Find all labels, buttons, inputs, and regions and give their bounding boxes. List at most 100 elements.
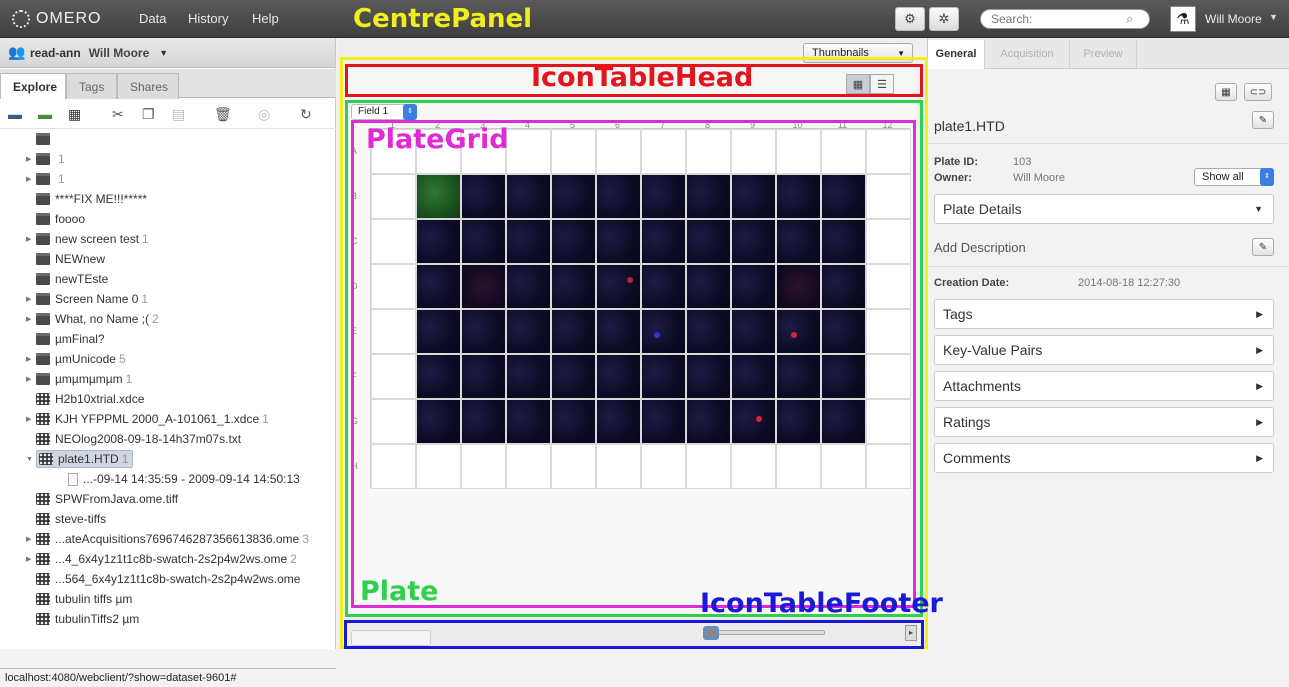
table-view-button[interactable]: ▦ [1215, 83, 1237, 101]
well-thumbnail[interactable] [641, 309, 686, 354]
tab-tags[interactable]: Tags [66, 73, 117, 99]
well-thumbnail[interactable] [461, 264, 506, 309]
well-thumbnail[interactable] [551, 309, 596, 354]
tree-item[interactable]: newTEste [0, 269, 336, 289]
refresh-icon[interactable]: ↻ [300, 106, 312, 123]
well-thumbnail[interactable] [731, 354, 776, 399]
tree-item[interactable] [0, 129, 336, 149]
zoom-slider-track[interactable] [707, 630, 825, 635]
empty-well[interactable] [821, 444, 866, 489]
empty-well[interactable] [776, 129, 821, 174]
well-thumbnail[interactable] [776, 219, 821, 264]
well-thumbnail[interactable] [596, 309, 641, 354]
new-screen-icon[interactable]: ▦ [68, 106, 81, 123]
empty-well[interactable] [371, 399, 416, 444]
empty-well[interactable] [416, 444, 461, 489]
cut-icon[interactable]: ✂ [112, 106, 124, 123]
link-button[interactable]: ⊂⊃ [1244, 83, 1272, 101]
show-all-select[interactable]: Show all ⇕ [1194, 168, 1274, 186]
nav-help[interactable]: Help [252, 11, 279, 26]
tree-item[interactable]: SPWFromJava.ome.tiff [0, 489, 336, 509]
zoom-slider-thumb[interactable] [703, 626, 719, 640]
comments-accordion[interactable]: Comments ▶ [934, 443, 1274, 473]
well-thumbnail[interactable] [641, 174, 686, 219]
well-thumbnail[interactable] [596, 399, 641, 444]
empty-well[interactable] [371, 174, 416, 219]
well-thumbnail[interactable] [776, 264, 821, 309]
group-switcher[interactable]: 👥 read-ann Will Moore ▼ [0, 38, 335, 68]
well-thumbnail[interactable] [731, 309, 776, 354]
empty-well[interactable] [866, 264, 911, 309]
well-thumbnail[interactable] [596, 219, 641, 264]
attachments-accordion[interactable]: Attachments ▶ [934, 371, 1274, 401]
well-thumbnail[interactable] [686, 264, 731, 309]
activities-button[interactable]: ✲ [929, 7, 959, 31]
owner-value[interactable]: Will Moore [1013, 172, 1065, 184]
tree-item[interactable]: ▶ µmUnicode 5 [0, 349, 336, 369]
well-thumbnail[interactable] [776, 354, 821, 399]
empty-well[interactable] [596, 129, 641, 174]
tab-shares[interactable]: Shares [117, 73, 179, 99]
tree-item[interactable]: ▶ What, no Name ;(2 [0, 309, 336, 329]
tree-item[interactable]: ...564_6x4y1z1t1c8b-swatch-2s2p4w2ws.ome [0, 569, 336, 589]
empty-well[interactable] [866, 174, 911, 219]
well-thumbnail[interactable] [461, 219, 506, 264]
empty-well[interactable] [371, 264, 416, 309]
well-thumbnail[interactable] [686, 174, 731, 219]
well-thumbnail[interactable] [821, 219, 866, 264]
empty-well[interactable] [551, 444, 596, 489]
nav-data[interactable]: Data [139, 11, 166, 26]
well-thumbnail[interactable] [776, 399, 821, 444]
empty-well[interactable] [731, 444, 776, 489]
tab-preview[interactable]: Preview [1070, 40, 1137, 69]
field-select[interactable]: Field 1 ⇕ [351, 104, 417, 120]
empty-well[interactable] [686, 444, 731, 489]
chevron-down-icon[interactable]: ▼ [159, 48, 168, 58]
globe-icon[interactable]: ◎ [258, 106, 270, 123]
list-view-button[interactable]: ☰ [870, 74, 894, 94]
well-thumbnail[interactable] [776, 174, 821, 219]
footer-filter-box[interactable] [351, 630, 431, 646]
well-thumbnail[interactable] [731, 174, 776, 219]
empty-well[interactable] [686, 129, 731, 174]
well-thumbnail[interactable] [461, 399, 506, 444]
well-thumbnail[interactable] [506, 354, 551, 399]
tree-item[interactable]: ▶ ...ateAcquisitions7696746287356613836.o… [0, 529, 336, 549]
scroll-right-icon[interactable]: ▸ [905, 625, 917, 641]
view-mode-select[interactable]: Thumbnails ▼ [803, 43, 913, 63]
empty-well[interactable] [731, 129, 776, 174]
well-thumbnail[interactable] [731, 219, 776, 264]
expand-arrow-icon[interactable]: ▶ [26, 295, 36, 303]
well-thumbnail[interactable] [686, 219, 731, 264]
tree-item[interactable]: foooo [0, 209, 336, 229]
paste-icon[interactable]: ▤ [172, 106, 185, 123]
tab-explore[interactable]: Explore [0, 73, 66, 99]
empty-well[interactable] [506, 129, 551, 174]
tab-general[interactable]: General [928, 40, 985, 69]
expand-arrow-icon[interactable]: ▶ [26, 415, 36, 423]
tags-accordion[interactable]: Tags ▶ [934, 299, 1274, 329]
new-project-icon[interactable]: ▬ [8, 106, 22, 122]
well-thumbnail[interactable] [821, 354, 866, 399]
empty-well[interactable] [641, 444, 686, 489]
expand-arrow-icon[interactable]: ▶ [26, 235, 36, 243]
edit-description-button[interactable]: ✎ [1252, 238, 1274, 256]
well-thumbnail[interactable] [641, 354, 686, 399]
well-thumbnail[interactable] [686, 399, 731, 444]
empty-well[interactable] [866, 444, 911, 489]
well-thumbnail[interactable] [731, 399, 776, 444]
well-thumbnail[interactable] [461, 174, 506, 219]
expand-arrow-icon[interactable]: ▶ [26, 555, 36, 563]
tree-item[interactable]: ▶ ...4_6x4y1z1t1c8b-swatch-2s2p4w2ws.ome 2 [0, 549, 336, 569]
well-thumbnail[interactable] [596, 264, 641, 309]
empty-well[interactable] [776, 444, 821, 489]
well-thumbnail[interactable] [461, 354, 506, 399]
expand-arrow-icon[interactable]: ▶ [26, 175, 36, 183]
expand-arrow-icon[interactable]: ▶ [26, 375, 36, 383]
tree-item[interactable]: ▶ 1 [0, 149, 336, 169]
well-thumbnail[interactable] [686, 354, 731, 399]
empty-well[interactable] [416, 129, 461, 174]
expand-arrow-icon[interactable]: ▶ [26, 535, 36, 543]
omero-logo[interactable]: OMERO [12, 9, 101, 29]
empty-well[interactable] [371, 129, 416, 174]
